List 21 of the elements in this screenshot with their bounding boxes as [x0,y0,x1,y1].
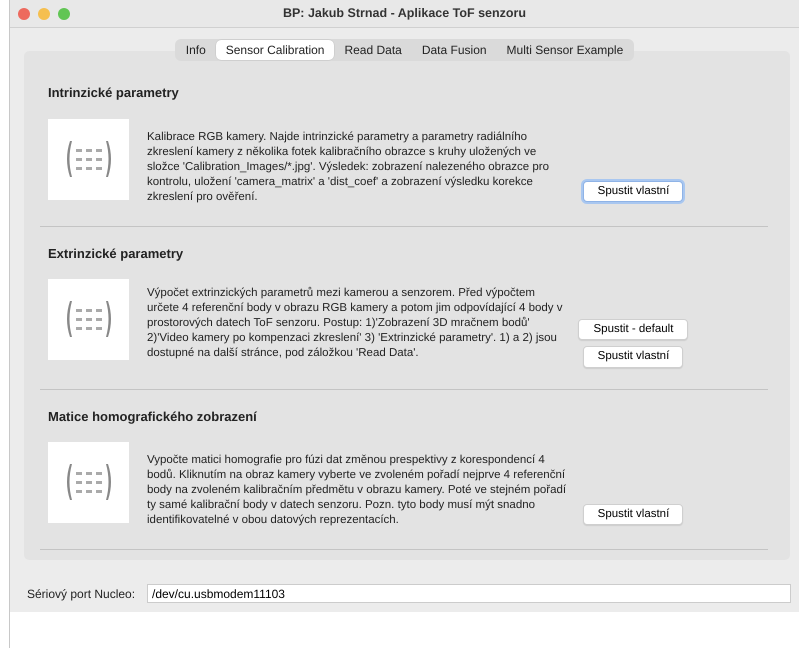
close-button[interactable] [18,8,30,20]
tab[interactable]: Multi Sensor Example [496,40,634,60]
tab[interactable]: Read Data [334,40,412,60]
section-heading: Extrinzické parametry [48,244,184,263]
section-description: Vypočte matici homografie pro fúzi dat změnou prespektivy z korespondencí 4 bodů. Kliknutím na obraz kamery vyberte ve zvoleném pořadí nejprve 4 referenční body na zvoleném kalibračním předmětu v obrazu kamery. Poté ve stejném pořadí ty samé kalibrační body v datech senzoru. Pozn. tyto body musí mýt snadno identifikovatelné v obou datových reprezentacích. [147,453,568,528]
window-title: BP: Jakub Strnad - Aplikace ToF senzoru [282,5,526,22]
tab[interactable]: Sensor Calibration [216,40,334,60]
zoom-button[interactable] [58,8,70,20]
section-heading: Matice homografického zobrazení [48,408,258,426]
section-heading: Intrinzické parametry [48,84,180,102]
section-description: Výpočet extrinzických parametrů mezi kamerou a senzorem. Před výpočtem určete 4 referenční body v obrazu RGB kamery a potom jim odpovídající 4 body v prostorových datech ToF senzoru. Postup: 1)'Zobrazení 3D mračnem bodů' 2)'Video kamery po kompenzaci zkreslení' 3) 'Extrinzické parametry'. 1) a 2) jsou dostupné na další stránce, pod záložkou 'Read Data'. [147,286,564,361]
run-button[interactable]: Spustit vlastní [583,346,684,368]
serial-port-field[interactable]: /dev/cu.usbmodem11103 [147,584,791,603]
tab[interactable]: Data Fusion [412,40,497,60]
serial-port-label: Sériový port Nucleo: [27,586,136,602]
run-button[interactable]: Spustit vlastní [583,504,684,526]
section-description: Kalibrace RGB kamery. Najde intrinzické parametry a parametry radiálního zkreslení kamery z několika fotek kalibračního obrazce s kruhy uložených ve složce 'Calibration_Images/*.jpg'. Výsledek: zobrazení nalezeného obrazce pro kontrolu, uložení 'camera_matrix' a 'dist_coef' a zobrazení výsledku korekce zkreslení pro ověření. [147,130,550,204]
run-button[interactable]: Spustit - default [578,319,688,340]
tab[interactable]: Info [176,40,216,60]
run-button[interactable]: Spustit vlastní [583,180,684,202]
minimize-button[interactable] [38,8,50,20]
